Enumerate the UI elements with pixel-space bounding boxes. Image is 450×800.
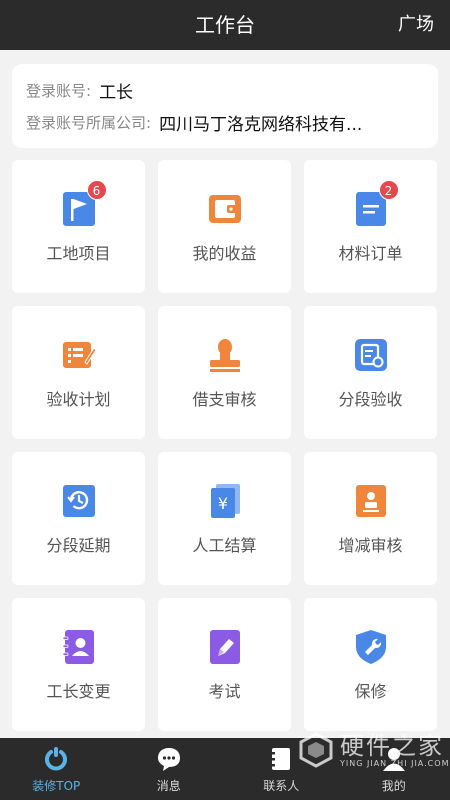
stamp-icon bbox=[207, 336, 243, 374]
company-row: 登录账号所属公司: 四川马丁洛克网络科技有... bbox=[26, 106, 424, 138]
tile-change-review[interactable]: 增减审核 bbox=[304, 452, 437, 585]
tile-site-projects[interactable]: 6 工地项目 bbox=[12, 160, 145, 293]
pen-paper-icon bbox=[207, 628, 243, 666]
watermark-logo-icon bbox=[299, 732, 333, 768]
tile-label: 分段延期 bbox=[46, 536, 111, 555]
tab-label: 装修TOP bbox=[32, 779, 81, 793]
contact-book-icon bbox=[61, 628, 97, 666]
plan-edit-icon bbox=[61, 336, 97, 374]
login-account-value: 工长 bbox=[99, 82, 134, 103]
tile-label: 人工结算 bbox=[192, 536, 257, 555]
tile-my-earnings[interactable]: 我的收益 bbox=[158, 160, 291, 293]
tile-warranty[interactable]: 保修 bbox=[304, 598, 437, 731]
tile-labor-settlement[interactable]: ¥ 人工结算 bbox=[158, 452, 291, 585]
tile-label: 工地项目 bbox=[46, 244, 111, 263]
tile-loan-review[interactable]: 借支审核 bbox=[158, 306, 291, 439]
tile-acceptance-plan[interactable]: 验收计划 bbox=[12, 306, 145, 439]
tile-label: 材料订单 bbox=[338, 244, 403, 263]
tab-home[interactable]: 装修TOP bbox=[0, 738, 113, 800]
tile-foreman-change[interactable]: 工长变更 bbox=[12, 598, 145, 731]
home-ring-icon bbox=[45, 747, 68, 771]
tab-messages[interactable]: 消息 bbox=[113, 738, 226, 800]
page-title: 工作台 bbox=[195, 13, 255, 37]
function-grid: 6 工地项目 我的收益 2 材料订单 验收计划 借支审核 分段验收 分段延期 ¥… bbox=[12, 160, 438, 731]
tile-label: 我的收益 bbox=[192, 244, 257, 263]
tile-exam[interactable]: 考试 bbox=[158, 598, 291, 731]
tile-label: 增减审核 bbox=[338, 536, 403, 555]
top-header: 工作台 广场 bbox=[0, 0, 450, 50]
watermark-sub: YING JIAN ZHI JIA.COM bbox=[340, 758, 450, 768]
chat-bubble-icon bbox=[157, 748, 180, 771]
flag-icon: 6 bbox=[61, 180, 107, 228]
tile-stage-delay[interactable]: 分段延期 bbox=[12, 452, 145, 585]
badge-count: 6 bbox=[86, 180, 107, 200]
company-value: 四川马丁洛克网络科技有... bbox=[159, 114, 363, 135]
person-doc-icon bbox=[353, 482, 389, 520]
order-list-icon: 2 bbox=[353, 180, 399, 228]
company-label: 登录账号所属公司: bbox=[26, 113, 152, 132]
account-info-card: 登录账号: 工长 登录账号所属公司: 四川马丁洛克网络科技有... bbox=[12, 64, 438, 148]
svg-text:¥: ¥ bbox=[217, 494, 227, 513]
tile-label: 保修 bbox=[354, 682, 387, 701]
watermark-main: 硬件之家 bbox=[340, 731, 444, 760]
history-clock-icon bbox=[61, 482, 97, 520]
contacts-icon bbox=[270, 748, 291, 770]
tab-label: 消息 bbox=[156, 779, 181, 793]
yuan-bill-icon: ¥ bbox=[207, 482, 243, 520]
wallet-icon bbox=[207, 190, 243, 228]
tile-label: 借支审核 bbox=[192, 390, 257, 409]
badge-count: 2 bbox=[378, 180, 399, 200]
tile-material-orders[interactable]: 2 材料订单 bbox=[304, 160, 437, 293]
tile-label: 分段验收 bbox=[338, 390, 403, 409]
watermark-text: 硬件之家 YING JIAN ZHI JIA.COM bbox=[340, 733, 449, 768]
tab-label: 我的 bbox=[381, 779, 406, 793]
tile-label: 验收计划 bbox=[46, 390, 111, 409]
checklist-icon bbox=[353, 336, 389, 374]
tile-stage-acceptance[interactable]: 分段验收 bbox=[304, 306, 437, 439]
login-account-label: 登录账号: bbox=[26, 81, 92, 100]
login-account-row: 登录账号: 工长 bbox=[26, 74, 424, 106]
tile-label: 工长变更 bbox=[46, 682, 111, 701]
watermark: 硬件之家 YING JIAN ZHI JIA.COM bbox=[298, 726, 450, 774]
tile-label: 考试 bbox=[208, 682, 241, 701]
tab-label: 联系人 bbox=[263, 779, 300, 793]
plaza-link[interactable]: 广场 bbox=[398, 0, 434, 50]
wrench-shield-icon bbox=[353, 628, 389, 666]
